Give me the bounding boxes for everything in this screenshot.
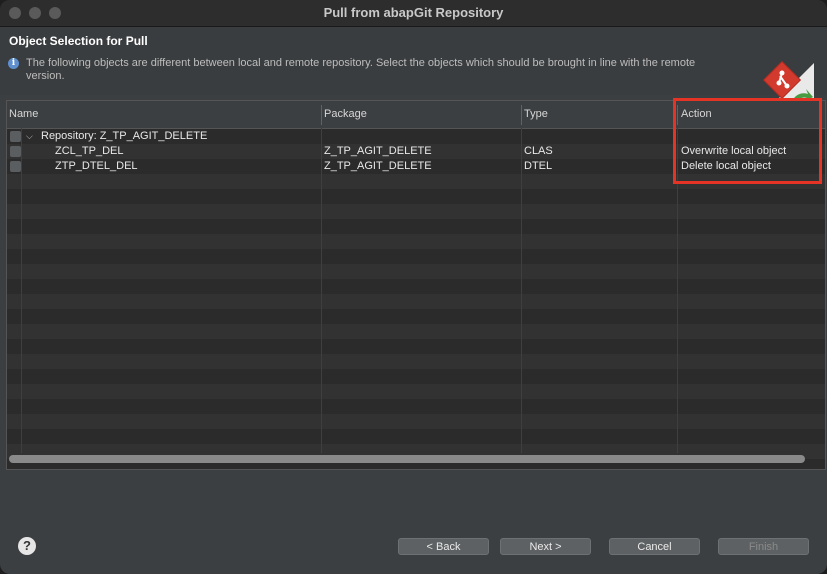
object-name: ZTP_DTEL_DEL — [55, 160, 138, 172]
row-stripe — [7, 384, 825, 399]
row-stripe — [7, 429, 825, 444]
page-title: Object Selection for Pull — [9, 34, 148, 48]
row-stripe — [7, 309, 825, 324]
row-stripe — [7, 369, 825, 384]
row-stripe — [7, 399, 825, 414]
next-button[interactable]: Next > — [500, 538, 591, 555]
body-divider — [21, 128, 22, 453]
repository-checkbox[interactable] — [10, 131, 21, 142]
action-column-highlight — [673, 98, 822, 184]
column-divider[interactable] — [321, 105, 322, 125]
row-stripe — [7, 294, 825, 309]
info-icon: i — [8, 58, 19, 69]
row-stripe — [7, 264, 825, 279]
object-type: CLAS — [524, 145, 553, 157]
row-stripe — [7, 324, 825, 339]
row-stripe — [7, 204, 825, 219]
title-bar: Pull from abapGit Repository — [0, 0, 827, 27]
row-stripe — [7, 354, 825, 369]
dialog-window: Pull from abapGit Repository Object Sele… — [0, 0, 827, 574]
row-stripe — [7, 189, 825, 204]
chevron-down-icon[interactable]: ⌵ — [26, 129, 33, 144]
column-divider[interactable] — [521, 105, 522, 125]
row-stripe — [7, 279, 825, 294]
row-stripe — [7, 414, 825, 429]
window-title: Pull from abapGit Repository — [323, 5, 504, 20]
row-stripe — [7, 234, 825, 249]
page-description: The following objects are different betw… — [26, 57, 696, 82]
row-stripe — [7, 219, 825, 234]
row-checkbox[interactable] — [10, 161, 21, 172]
column-header-name[interactable]: Name — [9, 101, 38, 128]
help-icon[interactable]: ? — [18, 537, 36, 555]
row-checkbox[interactable] — [10, 146, 21, 157]
body-divider — [321, 128, 322, 453]
finish-button[interactable]: Finish — [718, 538, 809, 555]
horizontal-scrollbar[interactable] — [9, 455, 805, 463]
object-package: Z_TP_AGIT_DELETE — [324, 145, 432, 157]
object-package: Z_TP_AGIT_DELETE — [324, 160, 432, 172]
row-stripe — [7, 339, 825, 354]
wizard-header: Object Selection for Pull i The followin… — [0, 27, 827, 111]
back-button[interactable]: < Back — [398, 538, 489, 555]
object-name: ZCL_TP_DEL — [55, 145, 124, 157]
body-divider — [521, 128, 522, 453]
row-stripe — [7, 249, 825, 264]
repository-label: Repository: Z_TP_AGIT_DELETE — [41, 130, 208, 142]
column-header-type[interactable]: Type — [524, 101, 548, 128]
cancel-button[interactable]: Cancel — [609, 538, 700, 555]
column-header-package[interactable]: Package — [324, 101, 367, 128]
object-type: DTEL — [524, 160, 553, 172]
